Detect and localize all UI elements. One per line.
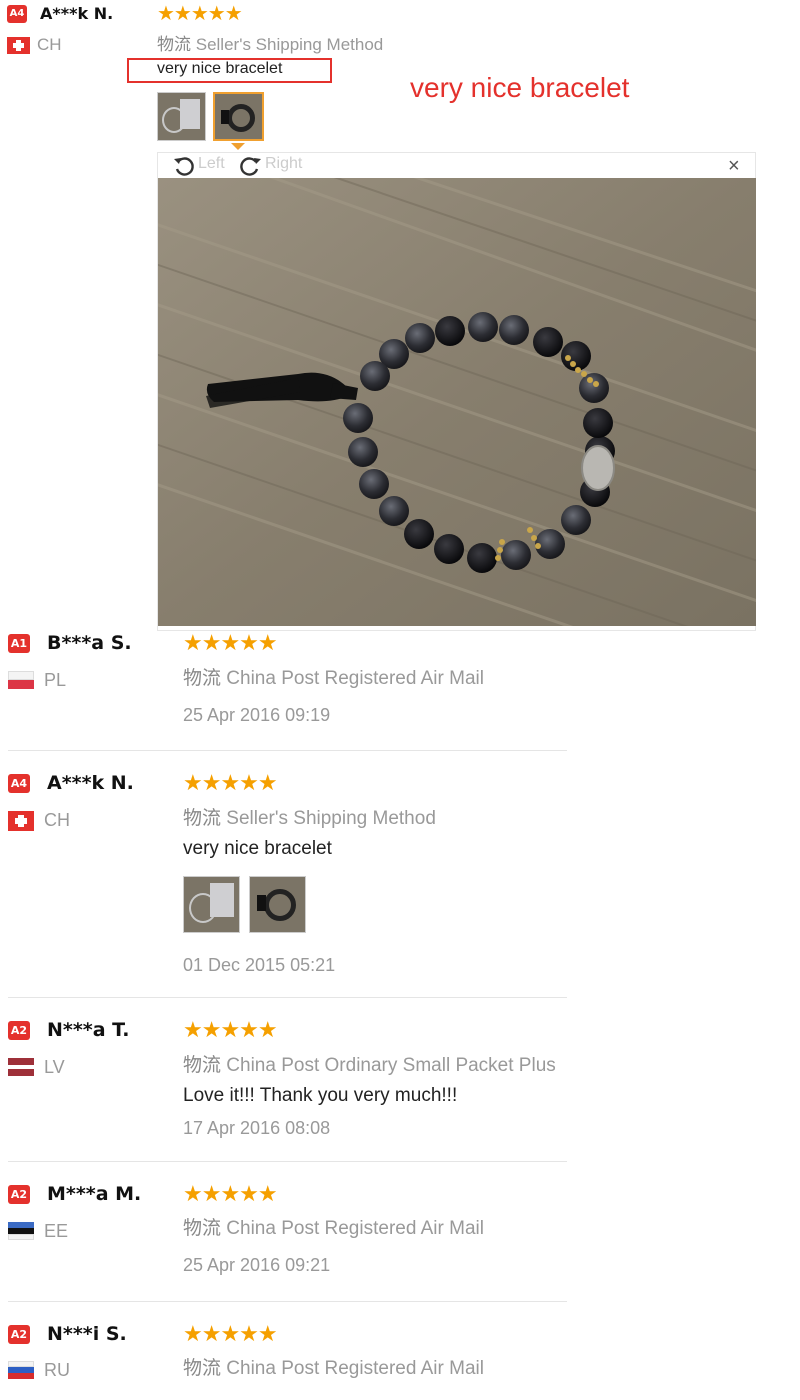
buyer-country: CH xyxy=(44,810,70,830)
swiss-flag-icon xyxy=(8,811,34,831)
estonian-flag-icon xyxy=(8,1222,34,1240)
review-date: 01 Dec 2015 05:21 xyxy=(183,955,336,975)
latvian-flag-icon xyxy=(8,1058,34,1076)
bracelet-photo xyxy=(158,178,756,626)
buyer-name: N***i S. xyxy=(47,1323,127,1345)
shipping-method-text: Seller's Shipping Method xyxy=(195,35,384,54)
shipping-method-text: China Post Ordinary Small Packet Plus xyxy=(226,1055,556,1076)
polish-flag-icon xyxy=(8,671,34,689)
rotate-right-label[interactable]: Right xyxy=(265,155,302,173)
buyer-level-badge: A4 xyxy=(8,774,30,793)
buyer-level-badge: A2 xyxy=(8,1325,30,1344)
divider xyxy=(8,1161,567,1162)
russian-flag-icon xyxy=(8,1361,34,1379)
divider xyxy=(8,1301,567,1302)
buyer-level-badge: A2 xyxy=(8,1021,30,1040)
shipping-method: 物流 Seller's Shipping Method xyxy=(183,803,436,830)
selected-pointer-icon xyxy=(231,143,245,150)
buyer-country: RU xyxy=(44,1360,70,1380)
close-icon[interactable]: × xyxy=(728,155,740,178)
review-comment: very nice bracelet xyxy=(157,60,283,77)
swiss-flag-icon xyxy=(7,37,30,54)
star-rating: ★★★★★ xyxy=(183,630,278,655)
logistics-label: 物流 xyxy=(157,35,191,54)
review-date: 25 Apr 2016 09:19 xyxy=(183,705,331,725)
logistics-label: 物流 xyxy=(183,1218,222,1239)
rotate-left-label[interactable]: Left xyxy=(198,155,225,173)
review-photo-large xyxy=(158,178,756,626)
star-rating: ★★★★★ xyxy=(183,1017,278,1042)
shipping-method: 物流 Seller's Shipping Method xyxy=(157,30,383,55)
buyer-country: CH xyxy=(37,35,62,54)
buyer-name: M***a M. xyxy=(47,1183,142,1205)
logistics-label: 物流 xyxy=(183,808,222,829)
review-comment: Love it!!! Thank you very much!!! xyxy=(183,1085,458,1106)
review-date: 17 Apr 2016 08:08 xyxy=(183,1118,331,1138)
logistics-label: 物流 xyxy=(183,1055,222,1076)
shipping-method: 物流 China Post Registered Air Mail xyxy=(183,1213,484,1240)
buyer-name: A***k N. xyxy=(47,772,134,794)
buyer-level-badge: A2 xyxy=(8,1185,30,1204)
shipping-method-text: China Post Registered Air Mail xyxy=(226,668,484,689)
buyer-name: B***a S. xyxy=(47,632,132,654)
shipping-method: 物流 China Post Registered Air Mail xyxy=(183,1353,484,1380)
buyer-level-badge: A1 xyxy=(8,634,30,653)
buyer-name: A***k N. xyxy=(40,4,114,23)
buyer-country: LV xyxy=(44,1057,65,1077)
divider xyxy=(8,997,567,998)
rotate-right-icon[interactable] xyxy=(238,155,264,177)
star-rating: ★★★★★ xyxy=(183,1321,278,1346)
star-rating: ★★★★★ xyxy=(183,1181,278,1206)
star-rating: ★★★★★ xyxy=(157,3,243,25)
review-date: 25 Apr 2016 09:21 xyxy=(183,1255,331,1275)
logistics-label: 物流 xyxy=(183,668,222,689)
divider xyxy=(8,750,567,751)
shipping-method-text: Seller's Shipping Method xyxy=(226,808,436,829)
logistics-label: 物流 xyxy=(183,1358,222,1379)
photo-preview-panel: Left Right × xyxy=(157,152,756,631)
shipping-method: 物流 China Post Ordinary Small Packet Plus xyxy=(183,1050,556,1077)
shipping-method-text: China Post Registered Air Mail xyxy=(226,1358,484,1379)
buyer-country: EE xyxy=(44,1221,69,1241)
rotate-left-icon[interactable] xyxy=(172,155,196,177)
buyer-country: PL xyxy=(44,670,67,690)
buyer-level-badge: A4 xyxy=(7,5,27,23)
annotation-callout: very nice bracelet xyxy=(410,72,630,103)
shipping-method: 物流 China Post Registered Air Mail xyxy=(183,663,484,690)
review-photo-thumbnail[interactable] xyxy=(249,876,306,933)
review-comment: very nice bracelet xyxy=(183,838,332,859)
review-photo-thumbnail-selected[interactable] xyxy=(213,92,264,141)
review-photo-thumbnail[interactable] xyxy=(157,92,206,141)
review-photo-thumbnail[interactable] xyxy=(183,876,240,933)
buyer-name: N***a T. xyxy=(47,1019,130,1041)
shipping-method-text: China Post Registered Air Mail xyxy=(226,1218,484,1239)
star-rating: ★★★★★ xyxy=(183,770,278,795)
